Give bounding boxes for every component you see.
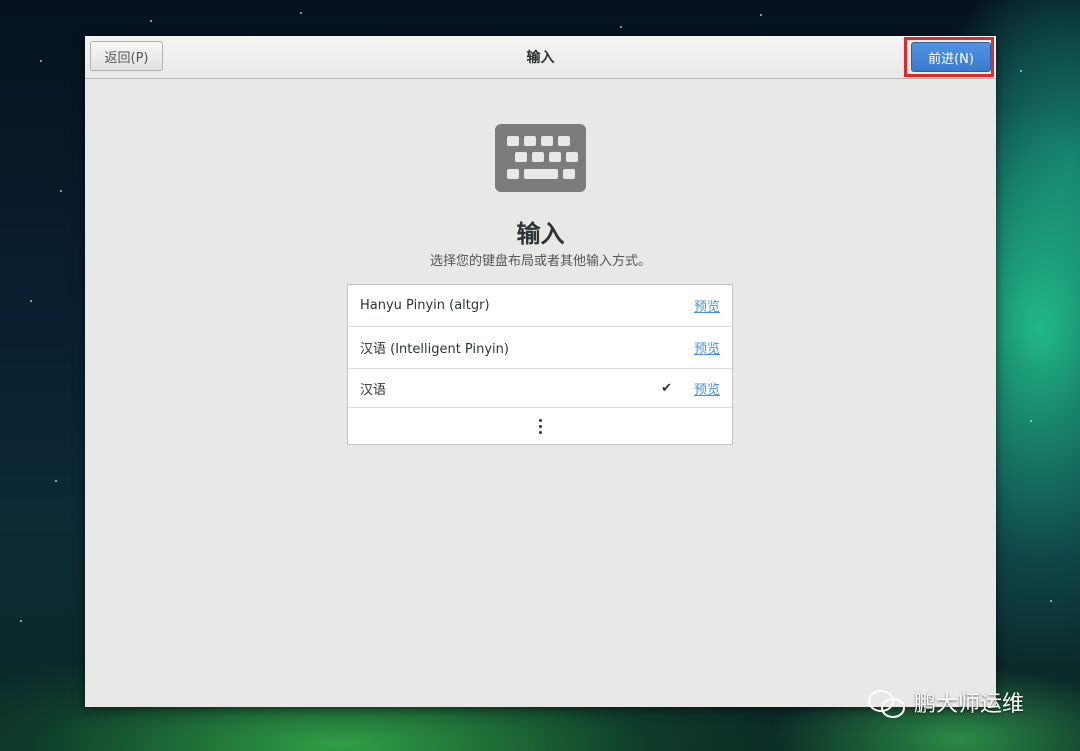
window-title: 输入 xyxy=(526,50,555,66)
page-subtitle: 选择您的键盘布局或者其他输入方式。 xyxy=(429,254,651,269)
layout-label: Hanyu Pinyin (altgr) xyxy=(360,298,490,313)
layout-label: 汉语 xyxy=(360,382,387,398)
page-heading: 输入 xyxy=(516,220,565,248)
header-bar: 返回(P) 输入 前进(N) xyxy=(85,36,996,79)
preview-link[interactable]: 预览 xyxy=(694,379,720,398)
layout-label: 汉语 (Intelligent Pinyin) xyxy=(360,342,509,357)
list-item[interactable]: 汉语 ✔ 预览 xyxy=(348,369,732,408)
watermark-text: 鹏大师运维 xyxy=(914,692,1025,717)
keyboard-icon xyxy=(495,124,586,192)
checkmark-icon: ✔ xyxy=(661,380,672,396)
list-item[interactable]: Hanyu Pinyin (altgr) 预览 xyxy=(348,285,732,327)
preview-link[interactable]: 预览 xyxy=(694,338,720,357)
watermark: 鹏大师运维 xyxy=(866,684,1024,720)
input-source-list: Hanyu Pinyin (altgr) 预览 汉语 (Intelligent … xyxy=(347,284,733,445)
more-layouts-button[interactable] xyxy=(348,408,732,444)
initial-setup-window: 返回(P) 输入 前进(N) 输入 选择您的键盘布局或者其他输入方式。 Hany… xyxy=(85,36,996,707)
next-button[interactable]: 前进(N) xyxy=(911,42,991,72)
wechat-icon xyxy=(866,686,906,718)
list-item[interactable]: 汉语 (Intelligent Pinyin) 预览 xyxy=(348,327,732,369)
view-more-icon xyxy=(538,418,542,434)
preview-link[interactable]: 预览 xyxy=(694,296,720,315)
